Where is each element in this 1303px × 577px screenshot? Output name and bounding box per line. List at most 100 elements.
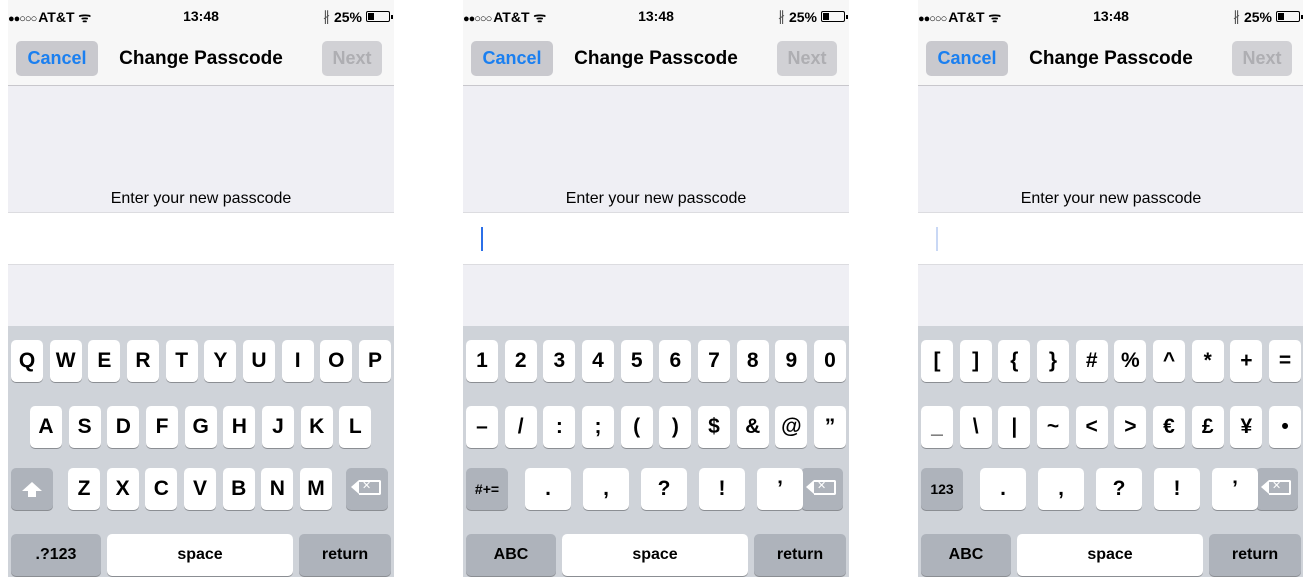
key-p[interactable]: P [359, 340, 391, 382]
key-punctuation[interactable]: , [583, 468, 629, 510]
key-char[interactable]: \ [959, 406, 992, 448]
key-c[interactable]: C [145, 468, 178, 510]
key-char[interactable]: < [1075, 406, 1108, 448]
key-z[interactable]: Z [68, 468, 100, 510]
key-v[interactable]: V [184, 468, 216, 510]
key-char[interactable]: % [1114, 340, 1147, 382]
key-punctuation[interactable]: . [980, 468, 1026, 510]
delete-key[interactable] [801, 468, 843, 510]
phone-screen: ●●○○○ AT&T ᯤ 13:48 ∦ 25% Cancel Change Passcod… [918, 0, 1303, 577]
key-l[interactable]: L [339, 406, 372, 448]
space-key[interactable]: space [562, 534, 748, 576]
passcode-input[interactable] [8, 212, 394, 265]
key-punctuation[interactable]: ’ [757, 468, 803, 510]
key-char[interactable]: } [1037, 340, 1069, 382]
next-button[interactable]: Next [1232, 41, 1292, 76]
key-char[interactable]: * [1191, 340, 1224, 382]
delete-key[interactable] [1256, 468, 1298, 510]
key-punctuation[interactable]: ? [641, 468, 687, 510]
symbol-toggle-key[interactable]: #+= [466, 468, 508, 510]
key-f[interactable]: F [146, 406, 178, 448]
key-char[interactable]: $ [698, 406, 730, 448]
key-y[interactable]: Y [204, 340, 237, 382]
space-key[interactable]: space [1017, 534, 1203, 576]
key-char[interactable]: ¥ [1230, 406, 1263, 448]
keyboard-mode-key[interactable]: ABC [921, 534, 1011, 576]
passcode-input[interactable] [918, 212, 1303, 265]
key-u[interactable]: U [243, 340, 275, 382]
key-3[interactable]: 3 [543, 340, 576, 382]
key-w[interactable]: W [49, 340, 82, 382]
key-t[interactable]: T [165, 340, 198, 382]
key-char[interactable]: ; [582, 406, 614, 448]
space-key[interactable]: space [107, 534, 293, 576]
key-b[interactable]: B [222, 468, 255, 510]
key-g[interactable]: G [184, 406, 217, 448]
return-key[interactable]: return [754, 534, 846, 576]
key-h[interactable]: H [223, 406, 256, 448]
key-1[interactable]: 1 [466, 340, 498, 382]
key-4[interactable]: 4 [582, 340, 614, 382]
key-0[interactable]: 0 [814, 340, 846, 382]
key-punctuation[interactable]: , [1038, 468, 1084, 510]
symbol-toggle-key[interactable]: 123 [921, 468, 963, 510]
status-bar: ●●○○○ AT&T ᯤ 13:48 ∦ 25% [8, 0, 394, 30]
key-char[interactable]: € [1153, 406, 1185, 448]
key-7[interactable]: 7 [698, 340, 730, 382]
key-6[interactable]: 6 [659, 340, 692, 382]
return-key[interactable]: return [1209, 534, 1301, 576]
key-5[interactable]: 5 [620, 340, 653, 382]
next-button[interactable]: Next [322, 41, 382, 76]
key-char[interactable]: : [543, 406, 576, 448]
key-j[interactable]: J [262, 406, 294, 448]
key-a[interactable]: A [30, 406, 62, 448]
key-8[interactable]: 8 [736, 340, 769, 382]
key-r[interactable]: R [127, 340, 159, 382]
key-char[interactable]: – [466, 406, 498, 448]
key-char[interactable]: _ [921, 406, 953, 448]
key-char[interactable]: { [998, 340, 1031, 382]
delete-key[interactable] [346, 468, 388, 510]
key-9[interactable]: 9 [775, 340, 808, 382]
bluetooth-icon: ∦ [322, 8, 330, 24]
key-punctuation[interactable]: . [525, 468, 571, 510]
return-key[interactable]: return [299, 534, 391, 576]
key-punctuation[interactable]: ’ [1212, 468, 1258, 510]
key-char[interactable]: # [1075, 340, 1108, 382]
key-x[interactable]: X [106, 468, 139, 510]
passcode-input[interactable] [463, 212, 849, 265]
key-q[interactable]: Q [11, 340, 43, 382]
key-o[interactable]: O [320, 340, 353, 382]
key-char[interactable]: @ [775, 406, 808, 448]
key-char[interactable]: ^ [1153, 340, 1185, 382]
key-char[interactable]: + [1230, 340, 1263, 382]
key-char[interactable]: ” [814, 406, 846, 448]
key-char[interactable]: • [1269, 406, 1301, 448]
key-n[interactable]: N [261, 468, 294, 510]
key-d[interactable]: D [107, 406, 140, 448]
key-char[interactable]: [ [921, 340, 953, 382]
key-punctuation[interactable]: ! [1154, 468, 1200, 510]
key-char[interactable]: > [1114, 406, 1147, 448]
key-char[interactable]: ) [659, 406, 692, 448]
next-button[interactable]: Next [777, 41, 837, 76]
key-e[interactable]: E [88, 340, 121, 382]
key-char[interactable]: | [998, 406, 1031, 448]
keyboard-mode-key[interactable]: ABC [466, 534, 556, 576]
shift-key[interactable] [11, 468, 53, 510]
key-punctuation[interactable]: ! [699, 468, 745, 510]
key-punctuation[interactable]: ? [1096, 468, 1142, 510]
key-k[interactable]: K [300, 406, 333, 448]
key-char[interactable]: / [504, 406, 537, 448]
key-s[interactable]: S [68, 406, 101, 448]
keyboard-mode-key[interactable]: .?123 [11, 534, 101, 576]
key-char[interactable]: ( [620, 406, 653, 448]
key-m[interactable]: M [300, 468, 332, 510]
key-2[interactable]: 2 [504, 340, 537, 382]
key-char[interactable]: & [736, 406, 769, 448]
key-char[interactable]: ] [959, 340, 992, 382]
key-char[interactable]: £ [1191, 406, 1224, 448]
key-char[interactable]: ~ [1037, 406, 1069, 448]
key-i[interactable]: I [281, 340, 314, 382]
key-char[interactable]: = [1269, 340, 1301, 382]
